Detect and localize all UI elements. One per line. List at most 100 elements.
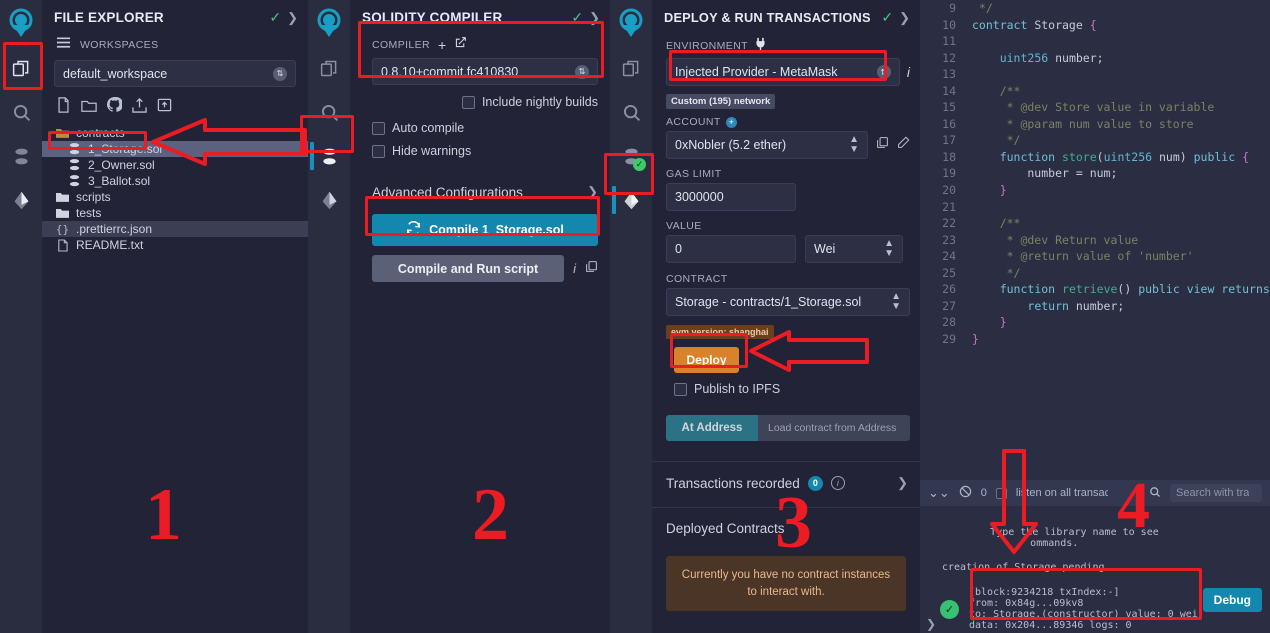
line-number: 23 (920, 232, 964, 249)
info-icon[interactable]: i (573, 261, 576, 276)
plus-icon[interactable]: + (438, 38, 446, 52)
copy-url-icon[interactable] (454, 36, 467, 54)
new-file-icon[interactable] (56, 97, 71, 118)
sidebar-item-search-3[interactable] (610, 90, 652, 134)
chevron-right-icon[interactable]: ❯ (899, 10, 910, 26)
chevron-right-icon[interactable]: ❯ (287, 10, 298, 26)
load-address-input[interactable]: Load contract from Address (758, 415, 910, 441)
value-unit-select[interactable]: Wei ▲▼ (805, 235, 903, 263)
at-address-row: At Address Load contract from Address (652, 396, 920, 441)
file-tree-item[interactable]: contracts (42, 125, 308, 141)
sign-message-icon[interactable] (897, 136, 910, 154)
panel-title: DEPLOY & RUN TRANSACTIONS (664, 10, 875, 25)
debug-button[interactable]: Debug (1203, 588, 1262, 612)
sol-icon (68, 175, 81, 188)
auto-compile-label: Auto compile (392, 121, 464, 135)
hide-warnings-checkbox[interactable] (372, 145, 385, 158)
code-line: /** (972, 83, 1270, 100)
compile-and-run-script-button[interactable]: Compile and Run script (372, 255, 564, 282)
sidebar-item-deploy-run-2[interactable] (308, 178, 350, 222)
value-input[interactable]: 0 (666, 235, 796, 263)
plug-icon (754, 37, 767, 55)
line-number: 15 (920, 99, 964, 116)
file-tree-item[interactable]: tests (42, 205, 308, 221)
deploy-button[interactable]: Deploy (674, 347, 739, 373)
publish-ipfs-row[interactable]: Publish to IPFS (652, 373, 920, 396)
github-icon[interactable] (107, 97, 122, 118)
line-number: 26 (920, 281, 964, 298)
auto-compile-row[interactable]: Auto compile (350, 109, 610, 135)
file-tree-item-label: 3_Ballot.sol (88, 174, 150, 188)
annotation-number-1: 1 (145, 478, 182, 552)
hamburger-icon[interactable] (56, 36, 71, 54)
file-tree-item[interactable]: {}.prettierrc.json (42, 221, 308, 237)
deploy-wrap: Deploy (652, 340, 920, 373)
line-number-gutter: 9101112131415161718192021222324252627282… (920, 0, 964, 347)
file-tree-item-label: 1_Storage.sol (88, 142, 162, 156)
terminal-search-input[interactable]: Search with tra (1170, 484, 1262, 502)
search-icon (1149, 486, 1161, 501)
file-tree-item[interactable]: 1_Storage.sol (42, 141, 308, 157)
publish-ipfs-checkbox[interactable] (674, 383, 687, 396)
environment-select[interactable]: Injected Provider - MetaMask ⇅ (666, 58, 900, 86)
nightly-builds-row[interactable]: Include nightly builds (350, 85, 610, 109)
code-line: function retrieve() public view returns (972, 281, 1270, 298)
panel-title: FILE EXPLORER (54, 10, 263, 25)
sidebar-item-file-explorer-3[interactable] (610, 46, 652, 90)
advanced-configurations-row[interactable]: Advanced Configurations ❯ (350, 158, 610, 200)
line-number: 25 (920, 265, 964, 282)
contract-label: CONTRACT (652, 263, 920, 288)
file-tree-item[interactable]: README.txt (42, 237, 308, 253)
account-select[interactable]: 0xNobler (5.2 ether) ▲▼ (666, 131, 868, 159)
workspace-select[interactable]: default_workspace ⇅ (54, 60, 296, 87)
info-icon[interactable]: i (907, 64, 910, 80)
folder-open-icon (56, 127, 69, 139)
nightly-builds-checkbox[interactable] (462, 96, 475, 109)
sidebar-item-solidity-compiler-2[interactable] (308, 134, 350, 178)
sidebar-item-search[interactable] (0, 90, 42, 134)
sidebar-item-solidity-compiler-3[interactable]: ✓ (610, 134, 652, 178)
sidebar-item-search-2[interactable] (308, 90, 350, 134)
gas-limit-input[interactable]: 3000000 (666, 183, 796, 211)
file-tree-item[interactable]: scripts (42, 189, 308, 205)
value-label: VALUE (652, 211, 920, 235)
contract-select[interactable]: Storage - contracts/1_Storage.sol ▲▼ (666, 288, 910, 316)
copy-icon[interactable] (585, 260, 598, 278)
at-address-button[interactable]: At Address (666, 415, 758, 441)
icon-bar-primary (0, 0, 42, 633)
chevron-updown-icon: ▲▼ (891, 292, 901, 312)
compile-button[interactable]: Compile 1_Storage.sol (372, 214, 598, 246)
upload-icon[interactable] (132, 97, 147, 118)
code-editor[interactable]: 9101112131415161718192021222324252627282… (920, 0, 1270, 480)
sidebar-item-file-explorer[interactable] (0, 46, 42, 90)
upload-folder-icon[interactable] (157, 97, 172, 118)
file-tree-item[interactable]: 3_Ballot.sol (42, 173, 308, 189)
terminal-log: Type the library name to see ommands. cr… (920, 506, 1270, 573)
hide-warnings-row[interactable]: Hide warnings (350, 135, 610, 158)
chevron-updown-icon: ▲▼ (849, 135, 859, 155)
workspaces-row: WORKSPACES (42, 32, 308, 60)
auto-compile-checkbox[interactable] (372, 122, 385, 135)
collapse-icon[interactable]: ⌄⌄ (928, 485, 950, 501)
line-number: 19 (920, 165, 964, 182)
listen-all-transactions-checkbox[interactable] (996, 488, 1007, 499)
copy-address-icon[interactable] (876, 136, 889, 154)
clear-console-icon[interactable] (959, 485, 972, 501)
remix-logo-icon-2 (308, 0, 350, 46)
sidebar-item-file-explorer-2[interactable] (308, 46, 350, 90)
sidebar-item-solidity-compiler[interactable] (0, 134, 42, 178)
info-icon[interactable]: i (831, 476, 845, 490)
sidebar-item-deploy-run-3[interactable] (610, 178, 652, 222)
environment-label-row: ENVIRONMENT (652, 32, 920, 58)
check-icon: ✓ (881, 9, 893, 26)
sidebar-item-deploy-run[interactable] (0, 178, 42, 222)
line-number: 11 (920, 33, 964, 50)
compile-run-row: Compile and Run script i (350, 246, 610, 282)
compiler-header: SOLIDITY COMPILER ✓ ❯ (350, 0, 610, 32)
add-account-icon[interactable]: + (726, 117, 737, 128)
chevron-right-icon[interactable]: ❯ (589, 10, 600, 26)
compiler-version-select[interactable]: 0.8.10+commit.fc410830 ⇅ (372, 58, 598, 85)
file-tree-item[interactable]: 2_Owner.sol (42, 157, 308, 173)
code-line: } (972, 182, 1270, 199)
new-folder-icon[interactable] (81, 97, 97, 118)
